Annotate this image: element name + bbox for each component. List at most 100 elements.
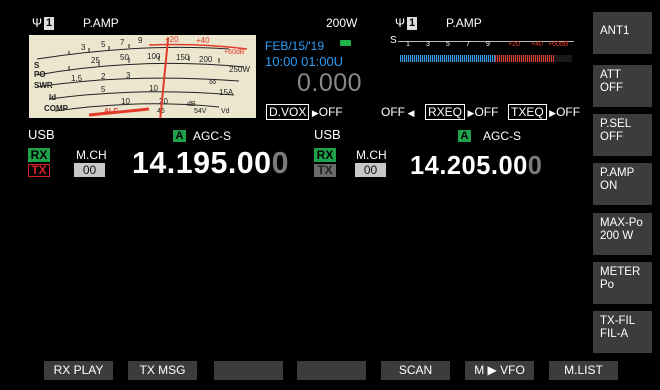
psel-key[interactable]: P.SEL OFF bbox=[593, 114, 652, 156]
main-mch-label: M.CH bbox=[76, 148, 107, 162]
txeq-value: OFF bbox=[556, 105, 581, 119]
m-to-vfo-key[interactable]: M ▶ VFO bbox=[465, 361, 534, 380]
meter-alc-label: ALC bbox=[104, 108, 119, 115]
rxeq-status[interactable]: RXEQ ▶OFF bbox=[425, 104, 499, 120]
rx-filter-status[interactable]: OFF ◀ bbox=[381, 105, 414, 120]
sub-vfo-indicator: A bbox=[458, 130, 471, 142]
key-value: 200 W bbox=[600, 229, 634, 242]
meter-id-tick: 15A bbox=[219, 88, 234, 97]
sub-frequency[interactable]: 14.205.000 bbox=[410, 152, 542, 178]
bar-meter-fill-red bbox=[495, 55, 555, 62]
analog-meter[interactable]: S 3 5 7 9 +20 +40 +60dB PO 25 50 100 150… bbox=[29, 35, 256, 118]
meter-vd-label: Vd bbox=[221, 108, 230, 115]
meter-comp-label: COMP bbox=[44, 104, 68, 113]
bar-meter-track bbox=[400, 55, 572, 62]
main-tx-indicator: TX bbox=[28, 164, 50, 177]
key-value: OFF bbox=[600, 81, 623, 94]
battery-icon bbox=[340, 40, 351, 46]
meter-id-tick: 10 bbox=[149, 84, 158, 93]
txeq-label: TXEQ bbox=[508, 104, 547, 120]
sub-agc-label: AGC-S bbox=[483, 129, 522, 143]
rxeq-label: RXEQ bbox=[425, 104, 466, 120]
bar-meter-tick: 5 bbox=[446, 41, 450, 48]
meter-po-tick: 100 bbox=[147, 52, 161, 61]
key-value: FIL-A bbox=[600, 327, 629, 340]
meter-swr-tick: 3 bbox=[126, 71, 131, 80]
bar-meter-tick: +60dB bbox=[548, 41, 569, 48]
key-label: ANT1 bbox=[600, 25, 630, 37]
key-label: MAX-Po bbox=[600, 217, 643, 229]
scan-key[interactable]: SCAN bbox=[381, 361, 450, 380]
arrow-right-icon: ▶ bbox=[546, 108, 557, 118]
bar-meter-tick: +20 bbox=[508, 41, 520, 48]
arrow-left-icon: ◀ bbox=[405, 108, 415, 118]
tx-msg-key[interactable]: TX MSG bbox=[128, 361, 197, 380]
bar-meter-s-label: S bbox=[390, 35, 397, 46]
key-label: P.AMP bbox=[600, 167, 635, 179]
meter-swr-tick: 1.5 bbox=[71, 74, 83, 83]
ant1-key[interactable]: ANT1 bbox=[593, 12, 652, 54]
m-list-key[interactable]: M.LIST bbox=[549, 361, 618, 380]
bar-meter-fill-blue bbox=[400, 55, 495, 62]
sub-tx-indicator: TX bbox=[314, 164, 336, 177]
key-value: OFF bbox=[600, 130, 623, 143]
key-label: P.SEL bbox=[600, 118, 632, 130]
dvox-label: D.VOX bbox=[266, 104, 310, 120]
main-vfo-indicator: A bbox=[173, 130, 186, 142]
meter-s-tick: 3 bbox=[81, 43, 86, 52]
sub-mode-label: USB bbox=[314, 127, 341, 142]
dvox-status[interactable]: D.VOX ▶OFF bbox=[266, 104, 343, 120]
sub-bar-meter: S 1 3 5 7 9 +20 +40 +60dB bbox=[388, 35, 578, 65]
meter-s-tick: +60dB bbox=[224, 49, 245, 56]
tx-fil-key[interactable]: TX-FIL FIL-A bbox=[593, 311, 652, 353]
meter-swr-tick: ∞ bbox=[209, 77, 217, 88]
time-display: 10:00 01:00U bbox=[265, 54, 344, 69]
main-power-label: 200W bbox=[326, 16, 358, 30]
sub-preamp-label: P.AMP bbox=[446, 16, 482, 30]
sub-frequency-last-digit: 0 bbox=[527, 150, 543, 180]
meter-vd-tick: 54V bbox=[194, 108, 207, 115]
bar-meter-tick: +40 bbox=[531, 41, 543, 48]
key-label: ATT bbox=[600, 69, 621, 81]
meter-id-tick: 5 bbox=[101, 85, 106, 94]
main-frequency-last-digit: 0 bbox=[271, 145, 289, 180]
bar-meter-tick: 9 bbox=[486, 41, 490, 48]
sub-rx-indicator: RX bbox=[314, 148, 336, 162]
rxeq-value: OFF bbox=[474, 105, 499, 119]
bar-meter-tick: 1 bbox=[406, 41, 410, 48]
bar-meter-tick: 3 bbox=[426, 41, 430, 48]
meter-key[interactable]: METER Po bbox=[593, 262, 652, 304]
meter-s-tick: 7 bbox=[120, 38, 125, 47]
antenna-icon: Ψ bbox=[395, 16, 406, 30]
meter-swr-tick: 2 bbox=[101, 72, 106, 81]
offset-display: 0.000 bbox=[297, 69, 363, 97]
meter-po-label: PO bbox=[34, 70, 46, 79]
blank-key-4[interactable] bbox=[297, 361, 366, 380]
main-preamp-label: P.AMP bbox=[83, 16, 119, 30]
sub-antenna-number: 1 bbox=[407, 17, 417, 30]
max-po-key[interactable]: MAX-Po 200 W bbox=[593, 213, 652, 255]
pamp-key[interactable]: P.AMP ON bbox=[593, 163, 652, 205]
main-frequency-digits: 14.195.00 bbox=[132, 145, 272, 180]
rx-play-key[interactable]: RX PLAY bbox=[44, 361, 113, 380]
key-label: TX-FIL bbox=[600, 315, 636, 327]
main-rx-indicator: RX bbox=[28, 148, 50, 162]
main-frequency[interactable]: 14.195.000 bbox=[132, 147, 289, 178]
sub-mch-label: M.CH bbox=[356, 148, 387, 162]
txeq-status[interactable]: TXEQ ▶OFF bbox=[508, 104, 581, 120]
att-key[interactable]: ATT OFF bbox=[593, 65, 652, 107]
meter-s-tick: +40 bbox=[196, 36, 210, 45]
date-display: FEB/15/'19 bbox=[265, 39, 324, 53]
meter-po-tick: 25 bbox=[91, 56, 100, 65]
meter-id-label: Id bbox=[49, 93, 57, 102]
sub-frequency-digits: 14.205.00 bbox=[410, 150, 528, 180]
blank-key-3[interactable] bbox=[214, 361, 283, 380]
antenna-icon: Ψ bbox=[32, 16, 43, 30]
key-value: ON bbox=[600, 179, 618, 192]
meter-s-label: S bbox=[34, 61, 40, 70]
key-label: METER bbox=[600, 266, 641, 278]
main-agc-label: AGC-S bbox=[193, 129, 232, 143]
meter-swr-label: SWR bbox=[34, 81, 53, 90]
meter-po-tick: 250W bbox=[229, 65, 250, 74]
meter-comp-tick: dB bbox=[187, 101, 196, 108]
